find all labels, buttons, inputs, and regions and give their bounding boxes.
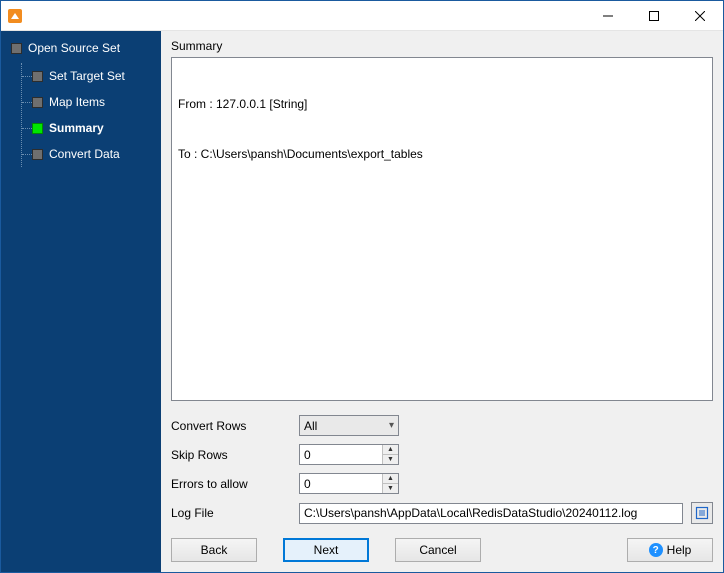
spinner-down-icon[interactable]: ▼ <box>383 484 398 493</box>
maximize-button[interactable] <box>631 1 677 30</box>
summary-line: From : 127.0.0.1 [String] <box>178 96 706 113</box>
options-grid: Convert Rows All ▾ Skip Rows ▲ ▼ <box>171 415 713 524</box>
window-controls <box>585 1 723 30</box>
app-icon <box>7 8 23 24</box>
step-marker-icon <box>32 123 43 134</box>
errors-to-allow-label: Errors to allow <box>171 477 291 491</box>
wizard-window: Open Source Set Set Target Set Map Items… <box>0 0 724 573</box>
minimize-button[interactable] <box>585 1 631 30</box>
chevron-down-icon: ▾ <box>389 420 394 431</box>
titlebar-left <box>1 8 23 24</box>
wizard-step-tree: Open Source Set Set Target Set Map Items… <box>11 41 161 167</box>
convert-rows-label: Convert Rows <box>171 419 291 433</box>
cancel-button[interactable]: Cancel <box>395 538 481 562</box>
step-convert-data[interactable]: Convert Data <box>22 141 161 167</box>
skip-rows-label: Skip Rows <box>171 448 291 462</box>
step-marker-icon <box>32 71 43 82</box>
spinner-down-icon[interactable]: ▼ <box>383 455 398 464</box>
titlebar <box>1 1 723 31</box>
log-file-browse-button[interactable] <box>691 502 713 524</box>
wizard-footer: Back Next Cancel ? Help <box>171 538 713 562</box>
step-label: Map Items <box>49 95 105 109</box>
skip-rows-spinner[interactable]: ▲ ▼ <box>299 444 399 465</box>
errors-input[interactable] <box>300 474 382 493</box>
log-file-label: Log File <box>171 506 291 520</box>
convert-rows-select[interactable]: All ▾ <box>299 415 399 436</box>
step-set-target-set[interactable]: Set Target Set <box>22 63 161 89</box>
summary-textarea[interactable]: From : 127.0.0.1 [String] To : C:\Users\… <box>171 57 713 401</box>
help-icon: ? <box>649 543 663 557</box>
help-button[interactable]: ? Help <box>627 538 713 562</box>
button-label: Cancel <box>419 543 456 557</box>
back-button[interactable]: Back <box>171 538 257 562</box>
browse-icon <box>695 506 709 520</box>
step-label: Summary <box>49 121 104 135</box>
wizard-sidebar: Open Source Set Set Target Set Map Items… <box>1 31 161 572</box>
log-file-input[interactable] <box>299 503 683 524</box>
step-map-items[interactable]: Map Items <box>22 89 161 115</box>
skip-rows-input[interactable] <box>300 445 382 464</box>
section-title: Summary <box>171 39 713 53</box>
step-label: Set Target Set <box>49 69 125 83</box>
select-value: All <box>304 419 317 433</box>
close-button[interactable] <box>677 1 723 30</box>
button-label: Help <box>667 543 692 557</box>
spinner-up-icon[interactable]: ▲ <box>383 445 398 455</box>
spinner-buttons: ▲ ▼ <box>382 474 398 493</box>
main-panel: Summary From : 127.0.0.1 [String] To : C… <box>161 31 723 572</box>
spinner-up-icon[interactable]: ▲ <box>383 474 398 484</box>
button-label: Back <box>201 543 228 557</box>
step-label: Convert Data <box>49 147 120 161</box>
step-summary[interactable]: Summary <box>22 115 161 141</box>
step-open-source-set[interactable]: Open Source Set <box>11 41 161 55</box>
step-marker-icon <box>32 149 43 160</box>
step-children: Set Target Set Map Items Summary Convert… <box>21 63 161 167</box>
step-label: Open Source Set <box>28 41 120 55</box>
step-marker-icon <box>32 97 43 108</box>
summary-line: To : C:\Users\pansh\Documents\export_tab… <box>178 146 706 163</box>
button-label: Next <box>314 543 339 557</box>
next-button[interactable]: Next <box>283 538 369 562</box>
spinner-buttons: ▲ ▼ <box>382 445 398 464</box>
step-marker-icon <box>11 43 22 54</box>
body: Open Source Set Set Target Set Map Items… <box>1 31 723 572</box>
errors-spinner[interactable]: ▲ ▼ <box>299 473 399 494</box>
